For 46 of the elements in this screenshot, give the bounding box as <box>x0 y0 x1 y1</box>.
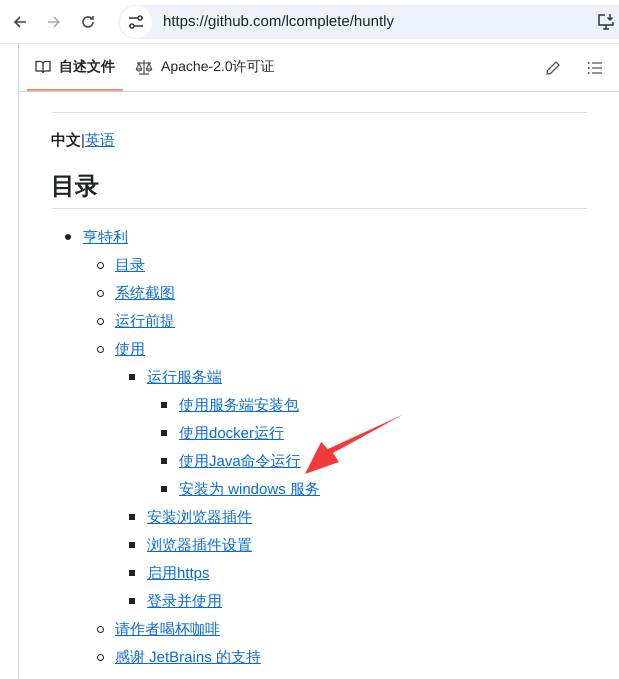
bullet-icon <box>65 234 71 240</box>
tab[interactable]: 自述文件 <box>27 44 123 91</box>
bullet-icon <box>129 598 135 604</box>
toc-link[interactable]: 使用docker运行 <box>179 424 284 442</box>
url-text: https://github.com/lcomplete/huntly <box>163 13 395 30</box>
install-app-icon[interactable] <box>597 12 615 30</box>
toc-link[interactable]: 亨特利 <box>83 228 128 246</box>
bullet-icon <box>129 514 135 520</box>
bullet-icon <box>161 402 167 408</box>
bullet-icon <box>97 346 104 352</box>
bullet-icon <box>129 374 135 380</box>
book-icon <box>35 58 51 74</box>
toc-link[interactable]: 安装为 windows 服务 <box>179 480 320 498</box>
outline-list-icon[interactable] <box>587 60 603 76</box>
scale-icon <box>135 58 153 74</box>
toc-link[interactable]: 目录 <box>115 256 145 274</box>
bullet-icon <box>97 262 104 268</box>
toc-link[interactable]: 登录并使用 <box>147 592 222 610</box>
toc-link[interactable]: 请作者喝杯咖啡 <box>115 620 220 638</box>
bullet-icon <box>129 570 135 576</box>
tab[interactable]: Apache-2.0许可证 <box>127 44 283 91</box>
toc-link[interactable]: 启用https <box>147 564 210 582</box>
bullet-icon <box>161 430 167 436</box>
toc-link[interactable]: 浏览器插件设置 <box>147 536 252 554</box>
current-language: 中文 <box>51 132 81 149</box>
toc-link[interactable]: 安装浏览器插件 <box>147 508 252 526</box>
bullet-icon <box>161 458 167 464</box>
language-link[interactable]: 英语 <box>84 132 115 149</box>
bullet-icon <box>97 318 104 324</box>
toc-link[interactable]: 运行服务端 <box>147 368 222 386</box>
bullet-icon <box>97 290 104 296</box>
toc-link[interactable]: 感谢 JetBrains 的支持 <box>115 648 261 666</box>
site-settings-icon[interactable] <box>120 6 152 38</box>
toc-link[interactable]: 系统截图 <box>115 284 175 302</box>
address-bar[interactable]: https://github.com/lcomplete/huntly <box>118 4 619 38</box>
toc-link[interactable]: 运行前提 <box>115 312 175 330</box>
toc-link[interactable]: 使用服务端安装包 <box>179 396 299 414</box>
edit-icon[interactable] <box>545 60 561 76</box>
separator: | <box>81 132 85 149</box>
bullet-icon <box>129 542 135 548</box>
toc-link[interactable]: 使用 <box>115 340 145 358</box>
bullet-icon <box>161 486 167 492</box>
toc-link[interactable]: 使用Java命令运行 <box>179 452 301 470</box>
bullet-icon <box>97 654 104 660</box>
section-heading: 目录 <box>51 172 100 202</box>
bullet-icon <box>97 626 104 632</box>
